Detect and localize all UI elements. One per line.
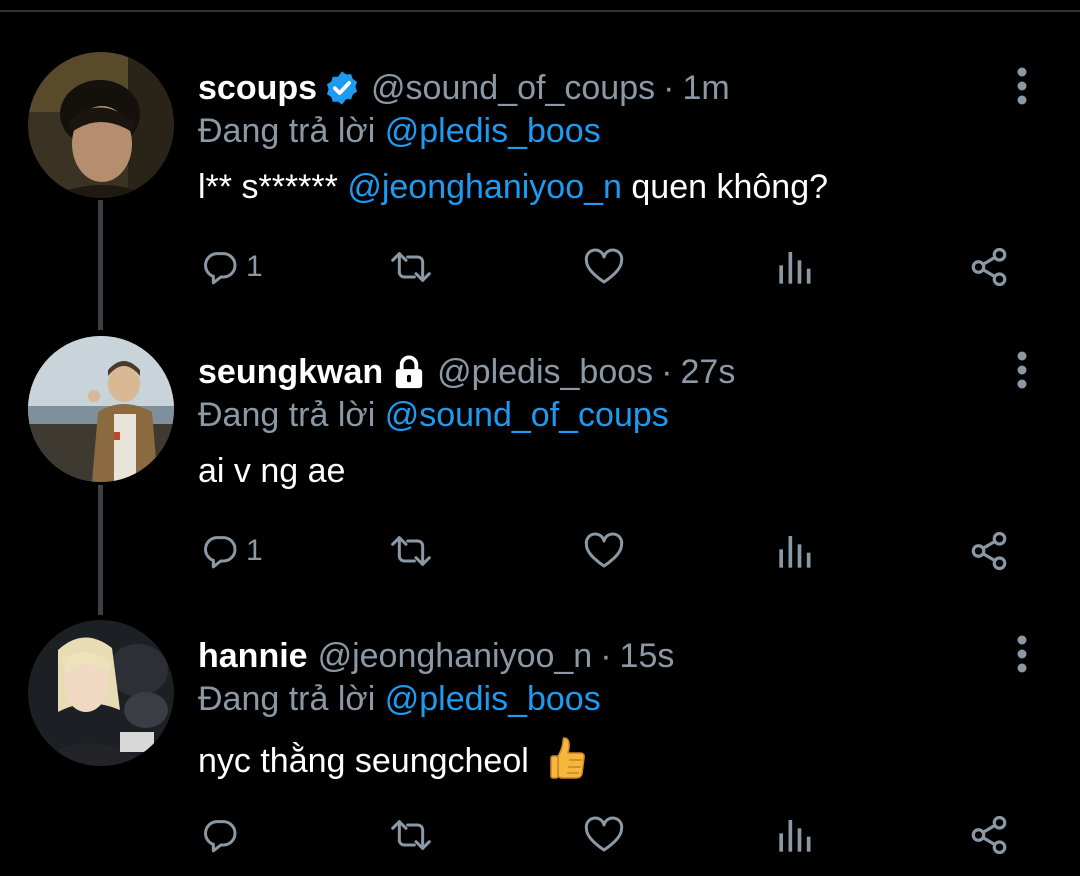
analytics-button[interactable]: [776, 242, 816, 292]
handle[interactable]: @pledis_boos: [437, 353, 653, 392]
verified-badge-icon: [323, 69, 361, 107]
separator-dot: ·: [661, 352, 673, 391]
reply-count: 1: [246, 534, 263, 567]
share-button[interactable]: [968, 810, 1010, 860]
avatar-seungkwan[interactable]: [28, 336, 174, 482]
replying-to-label: Đang trả lời: [198, 680, 376, 718]
replying-to-mention[interactable]: @sound_of_coups: [385, 396, 669, 434]
heart-icon: [584, 248, 624, 284]
retweet-button[interactable]: [386, 526, 436, 576]
heart-icon: [584, 532, 624, 568]
tweet-actions: 1: [0, 526, 1080, 576]
reply-icon: [204, 536, 237, 569]
analytics-icon: [779, 820, 811, 852]
reply-count: 1: [246, 250, 263, 283]
analytics-button[interactable]: [776, 810, 816, 860]
more-options-icon[interactable]: [1012, 64, 1032, 108]
share-icon: [971, 247, 1007, 287]
tweet[interactable]: scoups @sound_of_coups · 1m Đang trả lời…: [0, 52, 1080, 337]
handle[interactable]: @jeonghaniyoo_n: [318, 637, 593, 676]
retweet-icon: [391, 252, 431, 282]
replying-to-mention[interactable]: @pledis_boos: [385, 112, 601, 150]
replying-to-label: Đang trả lời: [198, 112, 376, 150]
retweet-icon: [391, 820, 431, 850]
share-icon: [971, 531, 1007, 571]
reply-button[interactable]: 1: [200, 526, 263, 576]
tweet-actions: 1: [0, 242, 1080, 292]
tweet-text: ai v ng ae: [198, 452, 346, 490]
reply-icon: [204, 820, 237, 853]
display-name[interactable]: hannie: [198, 637, 308, 676]
like-button[interactable]: [582, 242, 626, 292]
display-name[interactable]: seungkwan: [198, 353, 383, 392]
tweet-mention[interactable]: @jeonghaniyoo_n: [347, 168, 622, 206]
tweet[interactable]: seungkwan @pledis_boos · 27s Đang trả lờ…: [0, 336, 1080, 621]
tweet-text-part: nyc thằng seungcheol: [198, 742, 529, 780]
timestamp[interactable]: 15s: [620, 637, 675, 676]
replying-to: Đang trả lời @pledis_boos: [198, 680, 601, 719]
avatar-scoups[interactable]: [28, 52, 174, 198]
analytics-icon: [779, 252, 811, 284]
top-divider: [0, 10, 1080, 12]
reply-icon: [204, 252, 237, 285]
like-button[interactable]: [582, 526, 626, 576]
like-button[interactable]: [582, 810, 626, 860]
retweet-button[interactable]: [386, 242, 436, 292]
separator-dot: ·: [600, 636, 612, 675]
tweet-text: nyc thằng seungcheol: [198, 736, 586, 781]
share-button[interactable]: [968, 242, 1010, 292]
tweet-text-part: l** s******: [198, 168, 348, 206]
tweet-header: scoups @sound_of_coups · 1m: [198, 66, 730, 110]
replying-to: Đang trả lời @pledis_boos: [198, 112, 601, 151]
timestamp[interactable]: 27s: [681, 353, 736, 392]
heart-icon: [584, 816, 624, 852]
thumbs-up-emoji: [550, 736, 586, 780]
replying-to-label: Đang trả lời: [198, 396, 376, 434]
more-options-icon[interactable]: [1012, 632, 1032, 676]
analytics-button[interactable]: [776, 526, 816, 576]
avatar-hannie[interactable]: [28, 620, 174, 766]
retweet-button[interactable]: [386, 810, 436, 860]
reply-button[interactable]: 1: [200, 242, 263, 292]
share-icon: [971, 815, 1007, 855]
timestamp[interactable]: 1m: [682, 69, 729, 108]
handle[interactable]: @sound_of_coups: [371, 69, 655, 108]
tweet-header: hannie @jeonghaniyoo_n · 15s: [198, 634, 674, 678]
display-name[interactable]: scoups: [198, 69, 317, 108]
tweet-actions: [0, 810, 1080, 860]
tweet-header: seungkwan @pledis_boos · 27s: [198, 350, 735, 394]
lock-icon: [391, 353, 427, 391]
analytics-icon: [779, 536, 811, 568]
separator-dot: ·: [663, 68, 675, 107]
reply-button[interactable]: [200, 810, 246, 860]
tweet[interactable]: hannie @jeonghaniyoo_n · 15s Đang trả lờ…: [0, 620, 1080, 876]
retweet-icon: [391, 536, 431, 566]
share-button[interactable]: [968, 526, 1010, 576]
tweet-text: l** s****** @jeonghaniyoo_n quen không?: [198, 168, 828, 207]
more-options-icon[interactable]: [1012, 348, 1032, 392]
tweet-text-part: quen không?: [621, 168, 829, 206]
replying-to: Đang trả lời @sound_of_coups: [198, 396, 669, 435]
replying-to-mention[interactable]: @pledis_boos: [385, 680, 601, 718]
